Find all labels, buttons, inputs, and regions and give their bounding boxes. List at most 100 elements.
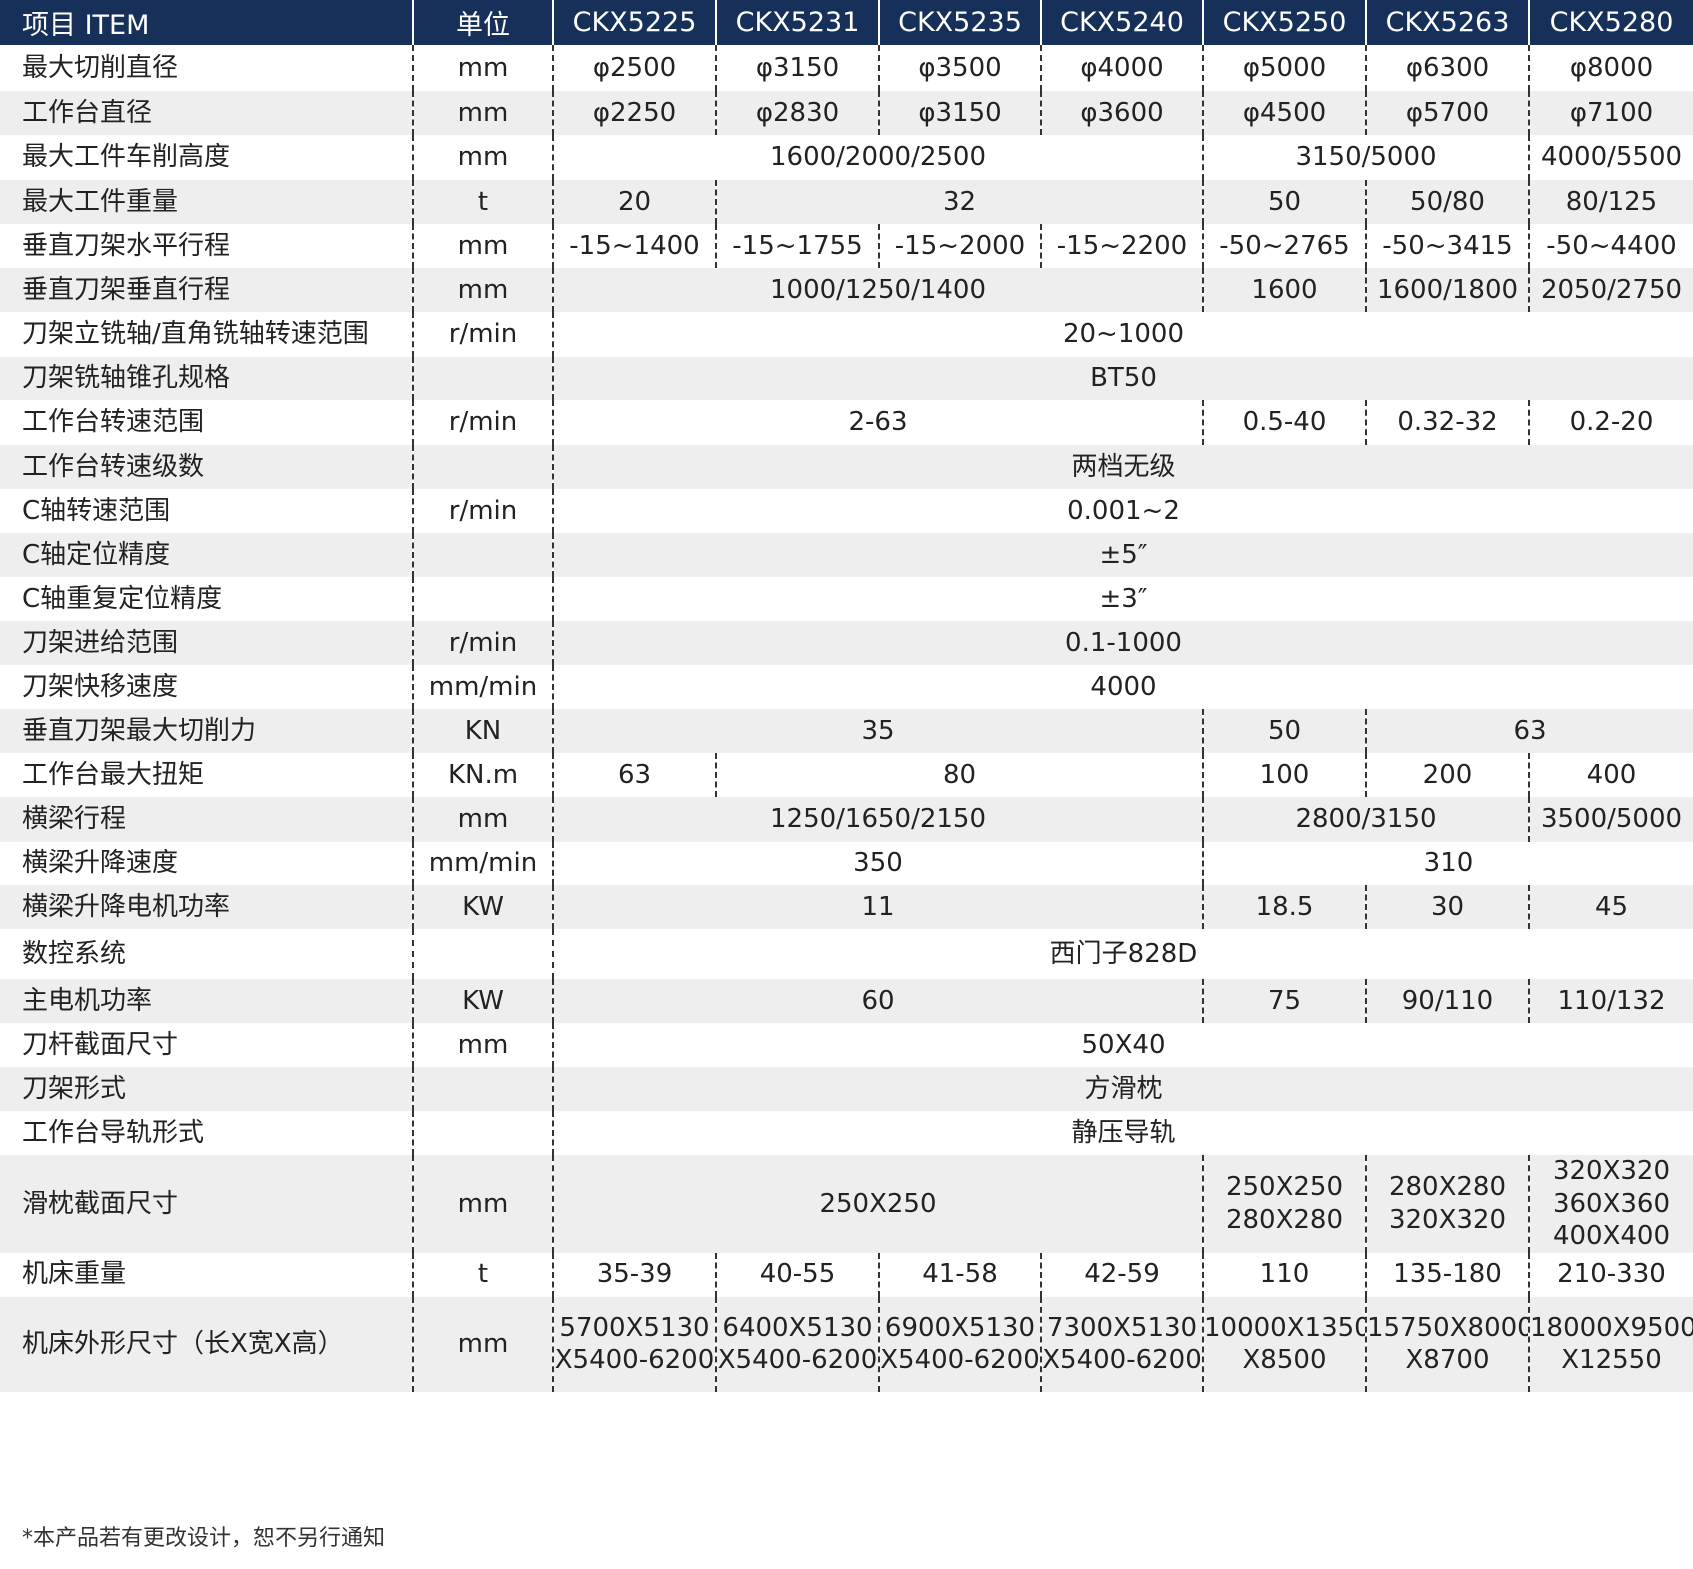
row-item-label: 工作台转速范围: [22, 407, 205, 438]
spec-value: 210-330: [1528, 1252, 1693, 1297]
spec-value: φ3150: [878, 91, 1041, 135]
spec-row: 工作台转速级数 两档无级: [0, 445, 1693, 489]
spec-value: φ5000: [1202, 45, 1366, 91]
row-unit: mm/min: [412, 842, 553, 885]
spec-value: 3150/5000: [1202, 135, 1529, 180]
spec-value: ±3″: [552, 577, 1693, 621]
row-unit: [412, 533, 553, 577]
spec-value: 1000/1250/1400: [552, 268, 1203, 312]
spec-value: 50/80: [1365, 180, 1529, 224]
row-item-label: 垂直刀架水平行程: [22, 230, 231, 261]
spec-value: 41-58: [878, 1252, 1041, 1297]
row-item-label: 最大切削直径: [22, 52, 179, 83]
spec-row: 最大工件重量 t 20 32 50 50/80 80/125: [0, 180, 1693, 224]
spec-row: 刀架铣轴锥孔规格 BT50: [0, 357, 1693, 400]
spec-value: 3500/5000: [1528, 797, 1693, 842]
spec-value: 18.5: [1202, 885, 1366, 929]
row-item-label: 最大工件车削高度: [22, 142, 231, 173]
spec-value: φ2250: [552, 91, 716, 135]
spec-value: -50~3415: [1365, 224, 1529, 268]
spec-row: 垂直刀架最大切削力 KN 35 50 63: [0, 709, 1693, 753]
spec-value: 50: [1202, 180, 1366, 224]
spec-value: 75: [1202, 979, 1366, 1023]
row-item-label: 刀架铣轴锥孔规格: [0, 357, 413, 400]
row-item-label: C轴定位精度: [0, 533, 413, 577]
row-unit: [412, 929, 553, 979]
spec-value: 250X250 280X280: [1202, 1155, 1366, 1253]
spec-value: -15~1400: [552, 224, 716, 268]
row-unit: mm: [412, 1155, 553, 1253]
spec-value: 80/125: [1528, 180, 1693, 224]
spec-value: 7300X5130 X5400-6200: [1040, 1296, 1203, 1392]
spec-row: C轴重复定位精度 ±3″: [0, 577, 1693, 621]
spec-value: 320X320 360X360 400X400: [1528, 1155, 1693, 1253]
row-unit: mm: [412, 135, 553, 180]
spec-value: -15~1755: [715, 224, 879, 268]
spec-value: 110: [1202, 1252, 1366, 1297]
row-item-label: 机床外形尺寸（长X宽X高）: [0, 1296, 413, 1392]
row-item-label: 横梁升降电机功率: [0, 885, 413, 929]
spec-value: 100: [1202, 753, 1366, 797]
spec-value: φ5700: [1365, 91, 1529, 135]
spec-value: -15~2200: [1040, 224, 1203, 268]
spec-table: 项目 ITEM 单位 CKX5225 CKX5231 CKX5235 CKX52…: [0, 0, 1693, 1392]
spec-value: 63: [552, 753, 716, 797]
spec-row: 主电机功率 KW 60 75 90/110 110/132: [0, 979, 1693, 1023]
spec-value: 40-55: [715, 1252, 879, 1297]
row-item-label: C轴重复定位精度: [22, 583, 223, 614]
spec-row: 刀架快移速度 mm/min 4000: [0, 665, 1693, 709]
spec-value: 0.5-40: [1202, 400, 1366, 445]
spec-value: 32: [715, 180, 1203, 224]
spec-row: 横梁升降速度 mm/min 350 310: [0, 842, 1693, 885]
spec-row: 垂直刀架垂直行程 mm 1000/1250/1400 1600 1600/1800 205…: [0, 268, 1693, 312]
spec-row: 刀架进给范围 r/min 0.1-1000: [0, 621, 1693, 665]
row-unit: [412, 357, 553, 400]
spec-value: 50X40: [552, 1023, 1693, 1067]
spec-value: 110/132: [1528, 979, 1693, 1023]
spec-value: 6400X5130 X5400-6200: [715, 1296, 879, 1392]
header-row: 项目 ITEM 单位 CKX5225 CKX5231 CKX5235 CKX52…: [0, 0, 1693, 45]
row-unit: KN.m: [412, 753, 553, 797]
row-item-label: 横梁升降速度: [22, 848, 179, 879]
spec-value: 6900X5130 X5400-6200: [878, 1296, 1041, 1392]
spec-value: 10000X13500 X8500: [1202, 1296, 1366, 1392]
spec-row: 横梁升降电机功率 KW 11 18.5 30 45: [0, 885, 1693, 929]
spec-value: 15750X8000 X8700: [1365, 1296, 1529, 1392]
spec-row: 滑枕截面尺寸 mm 250X250 250X250 280X280 280X280 32…: [0, 1155, 1693, 1253]
row-item-label: 横梁行程: [0, 797, 413, 842]
row-item-label: 垂直刀架垂直行程: [0, 268, 413, 312]
row-item-label: 工作台转速级数: [0, 445, 413, 489]
spec-value: ±5″: [552, 533, 1693, 577]
header-item: 项目 ITEM: [0, 0, 413, 45]
row-item-label: 工作台最大扭矩: [22, 759, 205, 790]
row-unit: [412, 1111, 553, 1155]
spec-value: 80: [715, 753, 1203, 797]
spec-row: 机床外形尺寸（长X宽X高） mm 5700X5130 X5400-6200 6400X…: [0, 1296, 1693, 1392]
spec-value: 35: [552, 709, 1203, 753]
spec-row: 刀架形式 方滑枕: [0, 1067, 1693, 1111]
header-unit: 单位: [412, 0, 553, 45]
spec-row: 工作台最大扭矩 KN.m 63 80 100 200 400: [0, 753, 1693, 797]
spec-value: 2-63: [552, 400, 1203, 445]
row-item-label: 工作台直径: [0, 91, 413, 135]
row-item-label: 机床重量: [22, 1259, 127, 1290]
spec-value: BT50: [552, 357, 1693, 400]
footnote: *本产品若有更改设计，恕不另行通知: [22, 1526, 386, 1551]
spec-row: 工作台转速范围 r/min 2-63 0.5-40 0.32-32 0.2-20: [0, 400, 1693, 445]
row-unit: t: [412, 1252, 553, 1297]
spec-value: φ2830: [715, 91, 879, 135]
spec-value: 200: [1365, 753, 1529, 797]
spec-value: φ4500: [1202, 91, 1366, 135]
row-item-label: 主电机功率: [0, 979, 413, 1023]
spec-value: 两档无级: [552, 445, 1693, 489]
row-unit: mm: [412, 224, 553, 268]
spec-value: -50~2765: [1202, 224, 1366, 268]
header-model: CKX5263: [1365, 0, 1529, 45]
row-item-label: 最大工件重量: [0, 180, 413, 224]
row-item-label: 滑枕截面尺寸: [0, 1155, 413, 1253]
row-item-label: 工作台导轨形式: [22, 1117, 205, 1148]
spec-row: 横梁行程 mm 1250/1650/2150 2800/3150 3500/5000: [0, 797, 1693, 842]
header-model: CKX5231: [715, 0, 879, 45]
spec-value: φ2500: [552, 45, 716, 91]
spec-value: 280X280 320X320: [1365, 1155, 1529, 1253]
